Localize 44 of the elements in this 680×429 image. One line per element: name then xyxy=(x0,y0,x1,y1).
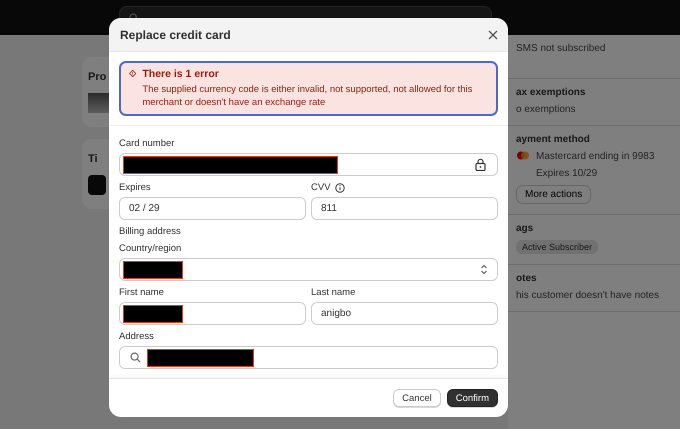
section-text: o exemptions xyxy=(516,104,576,115)
field-label: Last name xyxy=(311,287,356,298)
lock-icon xyxy=(475,158,486,171)
input-field[interactable] xyxy=(119,346,498,369)
logo-icon xyxy=(88,175,106,195)
error-title: There is 1 error xyxy=(142,68,220,80)
cancel-button[interactable]: Cancel xyxy=(393,389,441,407)
section-text: Mastercard ending in 9983 xyxy=(536,151,654,162)
input-field[interactable] xyxy=(119,153,498,176)
confirm-button[interactable]: Confirm xyxy=(446,389,498,407)
field-label: CVV xyxy=(311,182,331,193)
section-title: otes xyxy=(516,273,538,284)
section-heading: Billing address xyxy=(119,226,182,237)
field-label: Card number xyxy=(119,138,176,149)
field-value: 02 / 29 xyxy=(128,203,160,214)
section-text: SMS not subscribed xyxy=(516,43,606,54)
field-label: Country/region xyxy=(119,243,182,254)
tag-chip[interactable]: Active Subscriber xyxy=(516,240,598,254)
search-icon xyxy=(130,352,141,363)
card-brand-icon xyxy=(516,151,530,160)
section-text: his customer doesn't have notes xyxy=(516,290,660,301)
close-button[interactable] xyxy=(488,30,498,40)
card-title: Ti xyxy=(88,153,99,165)
card-title: Pro xyxy=(88,71,108,83)
field-label: Expires xyxy=(119,182,152,193)
info-icon xyxy=(334,182,345,192)
input-field[interactable]: anigbo xyxy=(311,302,498,325)
section-text: Expires 10/29 xyxy=(536,168,598,179)
field-value: anigbo xyxy=(320,308,352,319)
chevron-updown-icon xyxy=(480,264,488,275)
input-field[interactable] xyxy=(119,258,498,281)
field-label: Address xyxy=(119,331,155,342)
dialog-title: Replace credit card xyxy=(120,28,231,42)
section-title: ags xyxy=(516,223,534,234)
input-field[interactable] xyxy=(119,302,306,325)
more-actions-button[interactable]: More actions xyxy=(516,185,592,204)
section-title: ayment method xyxy=(516,134,591,145)
section-title: ax exemptions xyxy=(516,87,586,98)
field-label: First name xyxy=(119,287,165,298)
input-field[interactable]: 811 xyxy=(311,197,498,220)
field-value: 811 xyxy=(320,203,337,214)
error-message: The supplied currency code is either invalid, not supported, not allowed for this merchant or doesn't have an exchange rate xyxy=(142,83,474,109)
warning-icon xyxy=(129,68,136,79)
input-field[interactable]: 02 / 29 xyxy=(119,197,306,220)
